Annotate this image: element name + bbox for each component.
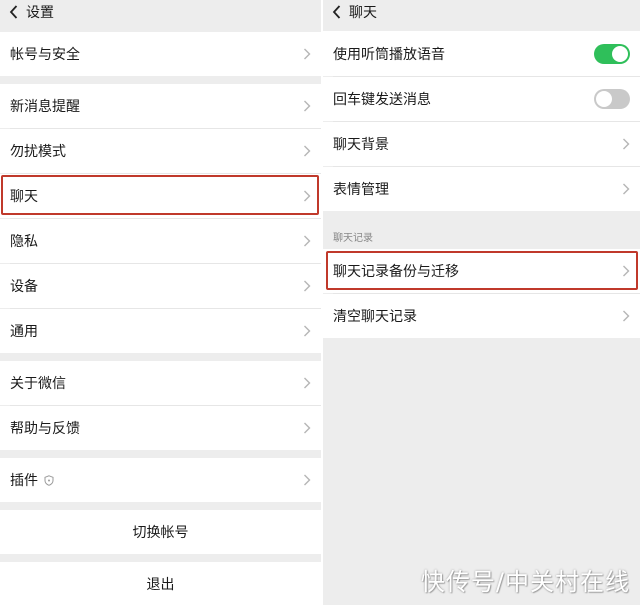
history-backup-highlight-box [326,251,638,290]
chat-settings-panel: 聊天 使用听筒播放语音 回车键发送消息 聊天背景 表情管理 聊天记录 聊天记录备… [323,0,640,605]
settings-item-do-not-disturb[interactable]: 勿扰模式 [0,129,321,173]
settings-item-account-security[interactable]: 帐号与安全 [0,32,321,76]
chat-item-label: 清空聊天记录 [333,309,417,325]
chat-item-clear-history[interactable]: 清空聊天记录 [323,294,640,338]
settings-item-devices[interactable]: 设备 [0,264,321,308]
earpiece-playback-toggle[interactable] [594,43,630,64]
chat-item-background[interactable]: 聊天背景 [323,122,640,166]
back-chevron-icon[interactable] [6,0,20,24]
toggle-knob [596,91,612,107]
chat-item-label: 回车键发送消息 [333,92,431,108]
enter-to-send-toggle[interactable] [594,89,630,109]
chevron-right-icon [304,145,311,157]
chat-navbar: 聊天 [323,0,640,24]
shield-icon [44,474,54,486]
settings-item-about[interactable]: 关于微信 [0,361,321,405]
page-title: 聊天 [349,5,377,21]
settings-panel: 设置 帐号与安全 新消息提醒 勿扰模式 聊天 隐私 设备 通用 关于微信 帮助与 [0,0,321,605]
settings-item-label: 关于微信 [10,376,66,392]
chevron-right-icon [304,474,311,486]
chat-item-label: 表情管理 [333,182,389,198]
chat-highlight-box [1,175,319,215]
chevron-right-icon [623,183,630,195]
chat-item-label: 聊天背景 [333,137,389,153]
logout-label: 退出 [146,576,175,593]
settings-item-label: 帐号与安全 [10,47,80,63]
settings-item-label: 设备 [10,279,38,295]
chat-item-earpiece-playback: 使用听筒播放语音 [323,31,640,76]
chevron-right-icon [304,235,311,247]
logout-button[interactable]: 退出 [0,562,321,605]
back-chevron-icon[interactable] [329,0,343,24]
settings-navbar: 设置 [0,0,321,24]
settings-item-label: 隐私 [10,234,38,250]
settings-item-general[interactable]: 通用 [0,309,321,353]
chevron-right-icon [304,48,311,60]
chat-item-label: 使用听筒播放语音 [333,46,445,63]
switch-account-label: 切换帐号 [132,525,189,541]
settings-item-privacy[interactable]: 隐私 [0,219,321,263]
chevron-right-icon [304,280,311,292]
settings-item-plugins[interactable]: 插件 [0,458,321,502]
chevron-right-icon [304,325,311,337]
chevron-right-icon [304,100,311,112]
chat-item-enter-to-send: 回车键发送消息 [323,77,640,121]
settings-item-new-message-alerts[interactable]: 新消息提醒 [0,84,321,128]
switch-account-button[interactable]: 切换帐号 [0,510,321,554]
settings-item-label: 新消息提醒 [10,99,80,115]
chevron-right-icon [623,138,630,150]
page-title: 设置 [26,5,54,21]
chevron-right-icon [304,422,311,434]
settings-item-label: 勿扰模式 [10,144,66,160]
settings-item-help-feedback[interactable]: 帮助与反馈 [0,406,321,450]
settings-item-label: 帮助与反馈 [10,421,80,437]
chevron-right-icon [304,377,311,389]
section-title-chat-history: 聊天记录 [333,233,373,244]
toggle-knob [612,45,628,62]
chevron-right-icon [623,310,630,322]
settings-item-label: 通用 [10,324,38,340]
settings-item-label: 插件 [10,473,38,489]
watermark: 快传号/中关村在线 [420,568,630,596]
chat-item-sticker-management[interactable]: 表情管理 [323,167,640,211]
